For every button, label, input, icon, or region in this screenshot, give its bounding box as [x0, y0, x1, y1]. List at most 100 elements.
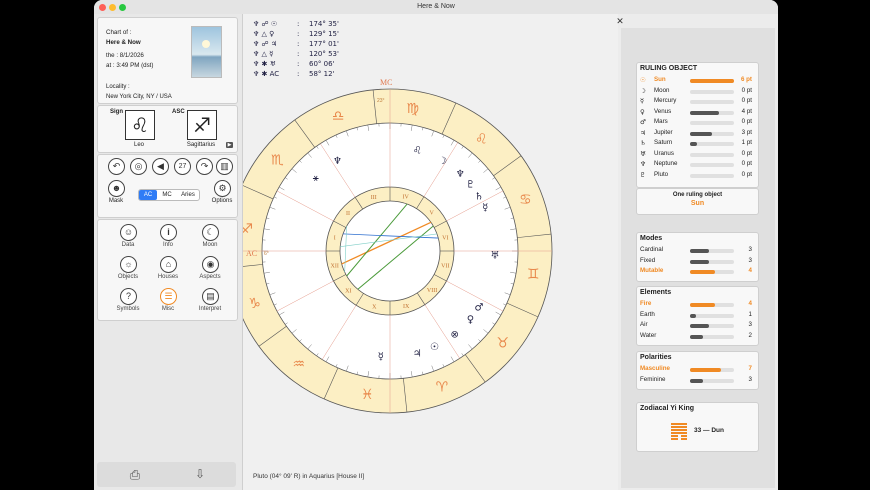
planet-icon: ♆ [333, 156, 342, 167]
ruling-title: RULING OBJECT [640, 65, 698, 72]
stat-bar [690, 334, 734, 339]
stat-bar [690, 142, 734, 146]
stat-bar-fill [690, 334, 703, 339]
house-numeral: IV [403, 195, 410, 201]
stat-name: Saturn [654, 139, 673, 146]
undo-icon[interactable]: ↶ [108, 158, 125, 175]
planet-glyph-icon: ☉ [640, 76, 646, 84]
stat-row: Fixed 3 [640, 257, 755, 267]
aspect-circle [339, 200, 441, 302]
seg-aries[interactable]: Aries [177, 190, 199, 200]
options-icon[interactable]: ⚙ [214, 180, 231, 197]
redo-icon[interactable]: ↷ [196, 158, 213, 175]
stat-bar [690, 89, 734, 94]
toolbar-panel: ↶ ◎ ◀ 27 ↷ ▥ ☻ Mask AC MC Aries ⚙ Option… [97, 154, 238, 218]
leo-sign-icon[interactable]: ♌ [125, 110, 155, 140]
day-button[interactable]: 27 [174, 158, 191, 175]
stat-name: Masculine [640, 365, 670, 372]
seg-ac[interactable]: AC [139, 190, 157, 200]
stat-bar [690, 173, 734, 178]
stat-row: Cardinal 3 [640, 246, 755, 256]
stat-name: Sun [654, 76, 666, 83]
close-icon[interactable]: ✕ [615, 16, 625, 26]
stat-value: 0 pt [741, 97, 752, 104]
categories-panel: ☺ Data i Info ☾ Moon ☼ Objects ⌂ Houses … [97, 219, 238, 321]
zodiac-sign-icon: ♍ [406, 101, 419, 117]
symbols-icon[interactable]: ? [120, 288, 137, 305]
stat-row: ♂ Mars 0 pt [640, 118, 755, 128]
stat-name: Pluto [654, 170, 669, 178]
stat-bar-fill [690, 270, 716, 274]
stat-bar [690, 270, 734, 274]
stat-bar-fill [690, 142, 698, 146]
chart-info-panel: Chart of : Here & Now the : 8/1/2026 at … [97, 17, 238, 104]
moon-icon[interactable]: ☾ [202, 224, 219, 241]
modes-panel: Modes Cardinal 3 Fixed 3 Mutable 4 [636, 232, 759, 282]
stat-value: 0 pt [741, 118, 752, 125]
target-icon[interactable]: ◎ [130, 158, 147, 175]
stat-value: 4 [748, 300, 752, 307]
planet-icon: ♆ [456, 169, 465, 180]
export-icon[interactable]: ⇩ [192, 467, 208, 481]
planet-icon: ♀ [467, 314, 474, 325]
polarities-panel: Polarities Masculine 7 Feminine 3 [636, 351, 759, 390]
locality-value: New York City, NY / USA [106, 94, 172, 100]
stat-bar [690, 121, 734, 125]
stat-value: 0 pt [741, 160, 752, 167]
left-pane: Chart of : Here & Now the : 8/1/2026 at … [94, 14, 243, 490]
misc-icon[interactable]: ☰ [160, 288, 177, 305]
stat-name: Mercury [654, 97, 677, 104]
stat-name: Air [640, 321, 648, 328]
category-symbols-label: Symbols [116, 306, 140, 312]
stat-row: Mutable 4 [640, 267, 755, 277]
yiking-title: Zodiacal Yi King [640, 405, 695, 412]
print-icon[interactable]: ⎙ [127, 467, 143, 482]
houses-icon[interactable]: ⌂ [160, 256, 177, 273]
category-aspects-label: Aspects [199, 274, 221, 280]
mask-icon[interactable]: ☻ [108, 180, 125, 197]
chart-time: at : 3:49 PM (dst) [106, 62, 154, 69]
play-icon[interactable]: ▶ [226, 142, 233, 148]
locality-label: Locality : [106, 84, 130, 90]
stat-name: Moon [654, 86, 670, 94]
stat-row: ♅ Uranus 0 pt [640, 150, 755, 160]
stat-bar [690, 259, 734, 264]
stat-bar-fill [690, 303, 716, 307]
info-icon[interactable]: i [160, 224, 177, 241]
planet-glyph-icon: ♆ [640, 160, 646, 168]
aspects-icon[interactable]: ◉ [202, 256, 219, 273]
ac-degree: 6° [264, 251, 269, 257]
ac-label: AC [246, 249, 257, 258]
chart-area: ♆ ☍ ☉:174° 35' ♆ △ ♀:129° 15' ♆ ☍ ♃:177° 0… [243, 14, 618, 490]
stat-name: Fire [640, 300, 652, 307]
ruling-object-panel: RULING OBJECT ☉ Sun 6 pt ☽ Moon 0 pt ☿ Mercury 0… [636, 62, 759, 188]
planet-icon: ⚹ [313, 173, 319, 184]
chart-image-thumbnail[interactable] [191, 26, 222, 78]
stat-name: Uranus [654, 149, 674, 157]
planet-icon: ☿ [378, 352, 384, 363]
stat-bar-fill [690, 131, 712, 136]
zodiac-sign-icon: ♓ [361, 387, 374, 403]
stat-value: 3 pt [741, 128, 752, 136]
stat-row: ☿ Mercury 0 pt [640, 97, 755, 107]
stat-bar [690, 303, 734, 307]
natal-wheel[interactable]: ♐♏♎ ♍♌♋♊♉♈♓♒♑IIIIII IVVVIVIIVIIIIXXXIXII☉♃… [243, 14, 618, 490]
stat-bar-fill [690, 110, 720, 115]
seg-mc[interactable]: MC [158, 190, 176, 200]
planet-icon: ☉ [430, 342, 439, 353]
stat-bar [690, 313, 734, 318]
objects-icon[interactable]: ☼ [120, 256, 137, 273]
house-numeral: VI [442, 236, 448, 242]
hexagram-icon [671, 423, 687, 440]
app-window: Here & Now Chart of : Here & Now the : 8… [94, 0, 778, 490]
house-numeral: I [334, 236, 336, 242]
data-icon[interactable]: ☺ [120, 224, 137, 241]
mc-label: MC [380, 78, 392, 87]
stat-row: ☉ Sun 6 pt [640, 76, 755, 86]
back-icon[interactable]: ◀ [152, 158, 169, 175]
chart-stats-icon[interactable]: ▥ [216, 158, 233, 175]
sagittarius-sign-icon[interactable]: ♐ [187, 110, 217, 140]
planet-icon: ☿ [482, 203, 488, 214]
interpret-icon[interactable]: ▤ [202, 288, 219, 305]
stat-row: Earth 1 [640, 311, 755, 321]
